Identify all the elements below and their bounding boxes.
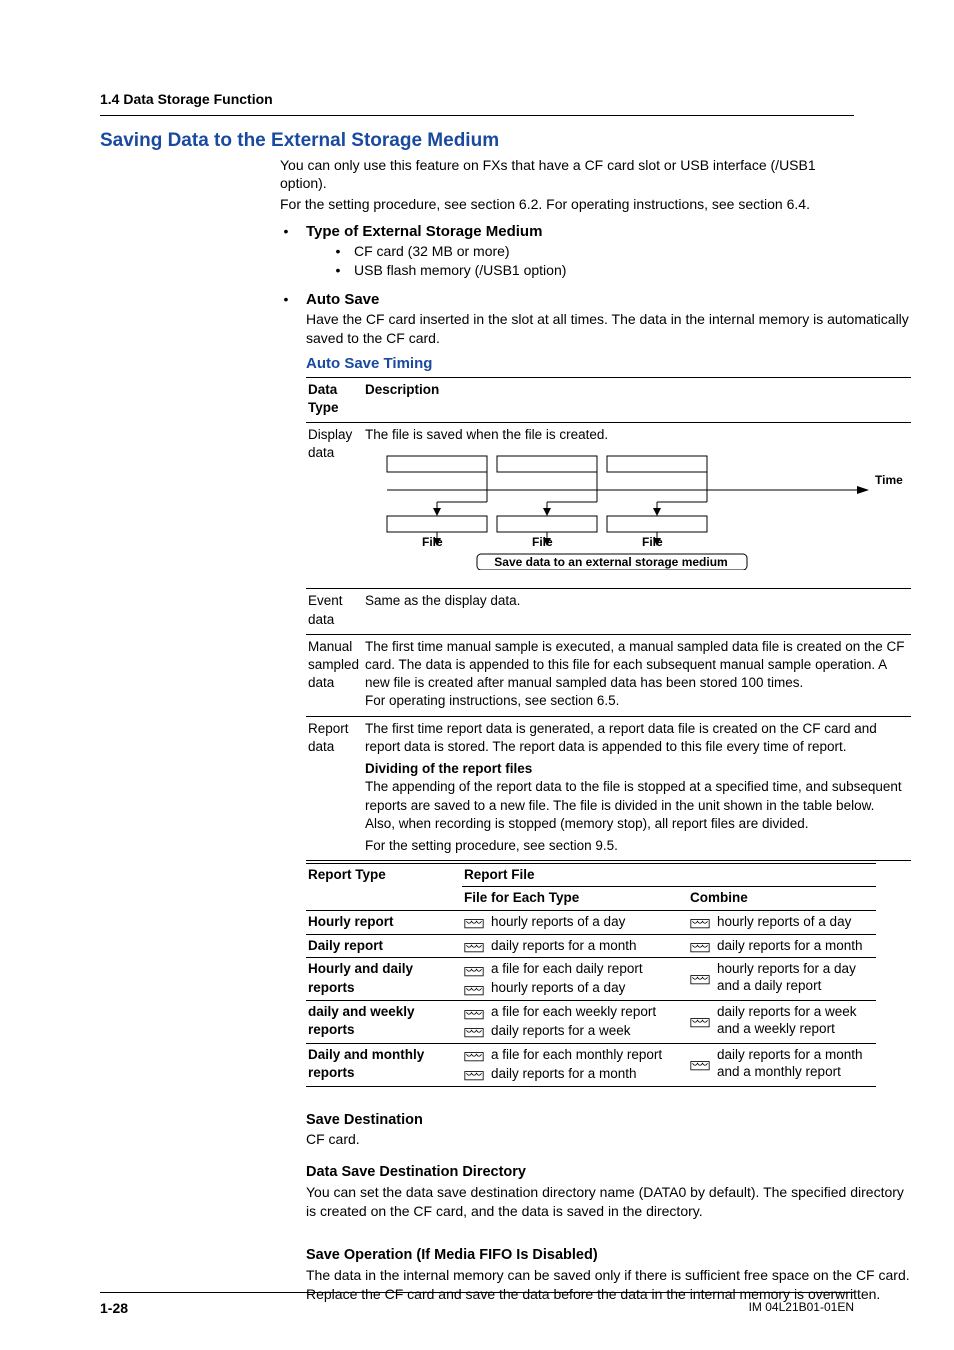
diagram-caption: Save data to an external storage medium — [494, 555, 727, 569]
file-icon — [464, 915, 484, 929]
report-file-cell: daily reports for a month — [462, 934, 688, 958]
diagram-time-label: Time — [875, 473, 903, 487]
file-icon — [464, 1024, 484, 1038]
dividing-heading: Dividing of the report files — [365, 760, 907, 778]
file-icon — [690, 939, 710, 953]
type-ext-title: Type of External Storage Medium — [306, 222, 850, 242]
report-row: Daily reportdaily reports for a monthdai… — [306, 934, 876, 958]
report-type-cell: Daily and monthly reports — [306, 1043, 462, 1086]
report-combine-cell: daily reports for a month — [688, 934, 876, 958]
rt-h-file: Report File — [462, 864, 876, 887]
auto-save-timing-table: Data Type Description Display data The f… — [306, 377, 911, 862]
page: 1.4 Data Storage Function Saving Data to… — [0, 0, 954, 1350]
type-ext-item-2: USB flash memory (/USB1 option) — [354, 261, 566, 280]
as-row-display-desc: The file is saved when the file is creat… — [363, 422, 911, 588]
report-combine-cell: daily reports for a month and a monthly … — [688, 1043, 876, 1086]
rt-h2-filetype: File for Each Type — [462, 887, 688, 910]
file-icon — [690, 915, 710, 929]
page-footer: 1-28 IM 04L21B01-01EN — [100, 1292, 854, 1318]
diagram-file-2: File — [532, 535, 553, 549]
rt-h-type: Report Type — [306, 864, 462, 887]
diagram-file-1: File — [422, 535, 443, 549]
main-heading: Saving Data to the External Storage Medi… — [100, 128, 854, 154]
file-icon — [464, 982, 484, 996]
report-file-cell: a file for each daily reporthourly repor… — [462, 958, 688, 1001]
as-row-report-label: Report data — [306, 716, 363, 861]
as-row-manual-desc: The first time manual sample is executed… — [363, 634, 911, 716]
rt-h2-combine: Combine — [688, 887, 876, 910]
report-type-cell: Hourly and daily reports — [306, 958, 462, 1001]
report-file-cell: a file for each weekly reportdaily repor… — [462, 1001, 688, 1044]
file-icon — [464, 1067, 484, 1081]
intro-line-2: For the setting procedure, see section 6… — [280, 195, 850, 214]
report-row: Hourly reporthourly reports of a dayhour… — [306, 910, 876, 934]
report-combine-cell: daily reports for a week and a weekly re… — [688, 1001, 876, 1044]
body-content: You can only use this feature on FXs tha… — [280, 156, 850, 1304]
type-ext-item-1: CF card (32 MB or more) — [354, 242, 510, 261]
dir-title: Data Save Destination Directory — [306, 1163, 911, 1183]
report-type-cell: Hourly report — [306, 910, 462, 934]
bullet-dot: • — [280, 222, 292, 280]
as-row-display-label: Display data — [306, 422, 363, 588]
bullet-type-ext: • Type of External Storage Medium •CF ca… — [280, 222, 850, 280]
file-icon — [464, 1048, 484, 1062]
dir-text: You can set the data save destination di… — [306, 1183, 911, 1221]
as-row-manual-label: Manual sampled data — [306, 634, 363, 716]
bullet-dot: • — [280, 290, 292, 1304]
report-combine-cell: hourly reports for a day and a daily rep… — [688, 958, 876, 1001]
as-row-report-desc: The first time report data is generated,… — [363, 716, 911, 861]
as-header-datatype: Data Type — [306, 377, 363, 422]
doc-number: IM 04L21B01-01EN — [749, 1299, 854, 1318]
file-timing-diagram: Time — [367, 450, 907, 570]
save-dest-title: Save Destination — [306, 1111, 911, 1131]
report-row: Hourly and daily reportsa file for each … — [306, 958, 876, 1001]
auto-save-timing-heading: Auto Save Timing — [306, 354, 911, 374]
as-row-event-desc: Same as the display data. — [363, 589, 911, 634]
bullet-auto-save: • Auto Save Have the CF card inserted in… — [280, 290, 850, 1304]
as-header-desc: Description — [363, 377, 911, 422]
report-type-cell: Daily report — [306, 934, 462, 958]
file-icon — [690, 1014, 710, 1028]
file-icon — [464, 1006, 484, 1020]
section-header: 1.4 Data Storage Function — [100, 90, 854, 116]
file-icon — [690, 971, 710, 985]
report-file-cell: hourly reports of a day — [462, 910, 688, 934]
file-icon — [464, 963, 484, 977]
auto-save-title: Auto Save — [306, 290, 911, 310]
report-row: Daily and monthly reportsa file for each… — [306, 1043, 876, 1086]
save-dest-text: CF card. — [306, 1130, 911, 1149]
report-type-cell: daily and weekly reports — [306, 1001, 462, 1044]
file-icon — [690, 1057, 710, 1071]
report-file-cell: a file for each monthly reportdaily repo… — [462, 1043, 688, 1086]
auto-save-text: Have the CF card inserted in the slot at… — [306, 310, 911, 348]
file-icon — [464, 939, 484, 953]
report-combine-cell: hourly reports of a day — [688, 910, 876, 934]
report-row: daily and weekly reportsa file for each … — [306, 1001, 876, 1044]
as-row-event-label: Event data — [306, 589, 363, 634]
saveop-title: Save Operation (If Media FIFO Is Disable… — [306, 1246, 911, 1266]
report-type-table: Report Type Report File File for Each Ty… — [306, 863, 876, 1086]
diagram-file-3: File — [642, 535, 663, 549]
page-number: 1-28 — [100, 1299, 128, 1318]
intro-line-1: You can only use this feature on FXs tha… — [280, 156, 850, 194]
